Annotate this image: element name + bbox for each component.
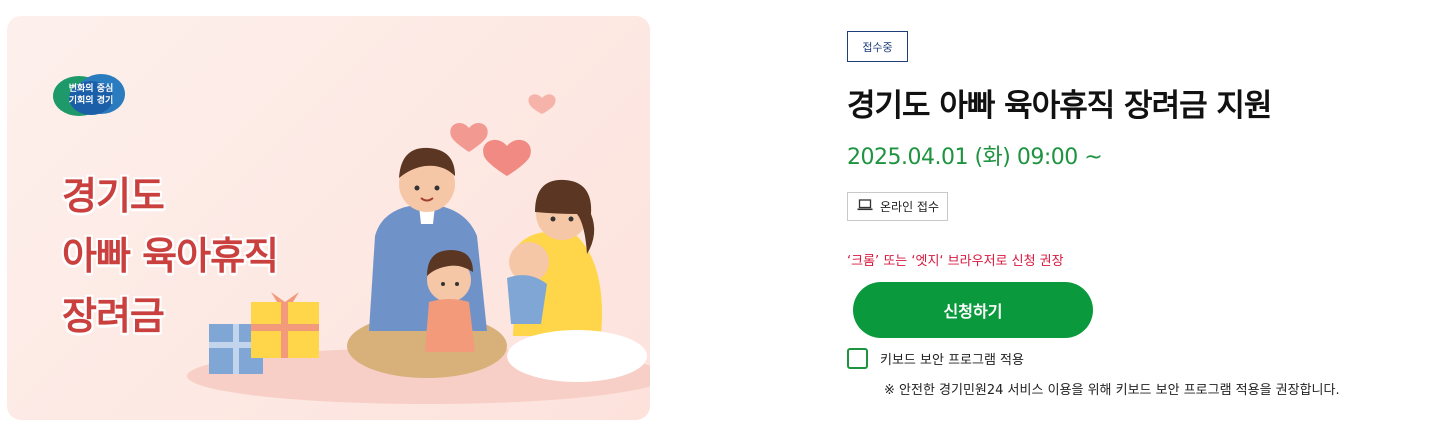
keyboard-security-checkbox[interactable] xyxy=(847,348,868,369)
apply-button[interactable]: 신청하기 xyxy=(853,282,1093,338)
keyboard-security-row: 키보드 보안 프로그램 적용 xyxy=(847,348,1024,369)
banner-title-line3: 장려금 xyxy=(62,294,165,338)
promo-banner: 변화의 중심 기회의 경기 경기도 아빠 육아휴직 장려금 xyxy=(7,16,650,420)
online-label: 온라인 접수 xyxy=(880,200,940,214)
logo-line2: 기회의 경기 xyxy=(68,96,114,106)
online-application-tag: 온라인 접수 xyxy=(847,192,948,221)
keyboard-security-note: ※ 안전한 경기민원24 서비스 이용을 위해 키보드 보안 프로그램 적용을 … xyxy=(884,383,1340,398)
banner-title: 경기도 아빠 육아휴직 장려금 xyxy=(62,166,279,346)
status-badge: 접수중 xyxy=(847,31,908,62)
logo-line1: 변화의 중심 xyxy=(68,84,114,94)
keyboard-security-label[interactable]: 키보드 보안 프로그램 적용 xyxy=(880,349,1024,368)
application-date: 2025.04.01 (화) 09:00 ~ xyxy=(847,145,1103,170)
browser-notice: ‘크롬’ 또는 ‘엣지‘ 브라우저로 신청 권장 xyxy=(847,254,1064,269)
laptop-icon xyxy=(857,199,873,214)
gyeonggi-logo: 변화의 중심 기회의 경기 xyxy=(51,72,131,120)
banner-title-line1: 경기도 xyxy=(62,174,165,218)
page-title: 경기도 아빠 육아휴직 장려금 지원 xyxy=(847,88,1272,124)
banner-title-line2: 아빠 육아휴직 xyxy=(62,234,279,278)
